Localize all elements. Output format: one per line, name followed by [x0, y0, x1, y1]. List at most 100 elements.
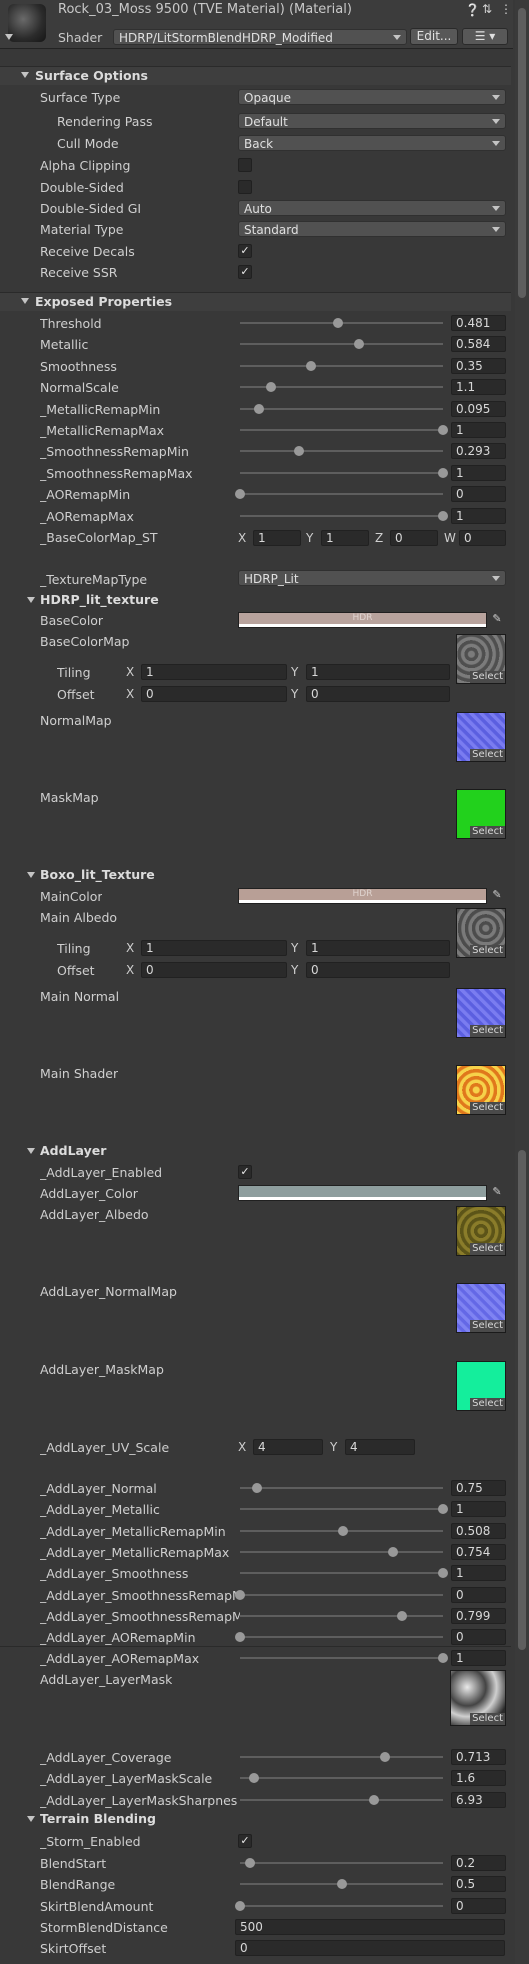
slider-track[interactable]	[240, 1614, 443, 1617]
slider-value-field[interactable]: 1	[451, 1650, 506, 1667]
slider[interactable]	[240, 1770, 443, 1786]
tiling-x-field[interactable]: 1	[141, 940, 287, 956]
slider-value-field[interactable]: 1	[451, 422, 506, 438]
slider[interactable]	[240, 1650, 448, 1666]
slider-handle[interactable]	[332, 318, 343, 328]
surface-type-dropdown[interactable]: Opaque	[238, 89, 506, 105]
eyedropper-icon[interactable]: ✎	[490, 1185, 504, 1199]
slider-handle[interactable]	[251, 1483, 262, 1493]
slider[interactable]	[240, 1501, 448, 1517]
skirt-offset-field[interactable]: 0	[235, 1940, 505, 1956]
alpha-clipping-checkbox[interactable]	[238, 158, 252, 172]
slider[interactable]	[240, 1855, 443, 1871]
texture-map-type-dropdown[interactable]: HDRP_Lit	[238, 570, 506, 586]
tiling-x-field[interactable]: 1	[141, 664, 287, 680]
material-preview-thumbnail[interactable]	[8, 4, 46, 42]
basecolormap-st-z-field[interactable]: 0	[390, 530, 438, 546]
slider-value-field[interactable]: 0.754	[451, 1543, 506, 1560]
slider-value-field[interactable]: 0	[451, 1629, 506, 1646]
slider-handle[interactable]	[368, 1794, 379, 1805]
settings-icon[interactable]: ⇅	[482, 2, 492, 16]
group-addlayer[interactable]: AddLayer	[27, 1143, 106, 1158]
slider[interactable]	[240, 1565, 448, 1581]
slider-value-field[interactable]: 0.713	[451, 1749, 506, 1765]
slider-handle[interactable]	[235, 1632, 245, 1643]
offset-y-field[interactable]: 0	[306, 962, 450, 978]
slider-handle[interactable]	[245, 1858, 256, 1868]
slider-handle[interactable]	[438, 1653, 448, 1664]
select-button[interactable]: Select	[470, 671, 505, 683]
slider-handle[interactable]	[248, 1773, 259, 1784]
slider-track[interactable]	[240, 343, 443, 346]
slider-value-field[interactable]: 1	[451, 1501, 506, 1518]
select-button[interactable]: Select	[470, 1320, 505, 1332]
slider[interactable]	[235, 1898, 443, 1914]
slider-track[interactable]	[240, 1904, 443, 1907]
slider[interactable]	[240, 315, 443, 331]
slider[interactable]	[235, 1629, 443, 1645]
section-surface-options[interactable]: Surface Options	[0, 66, 511, 85]
slider-track[interactable]	[240, 450, 443, 453]
slider-value-field[interactable]: 0.508	[451, 1522, 506, 1539]
slider-handle[interactable]	[338, 1525, 349, 1536]
more-icon[interactable]: ⋮	[500, 2, 512, 16]
offset-x-field[interactable]: 0	[141, 962, 287, 978]
double-sided-gi-dropdown[interactable]: Auto	[238, 200, 506, 216]
slider-handle[interactable]	[235, 489, 245, 500]
tiling-y-field[interactable]: 1	[306, 664, 450, 680]
slider-track[interactable]	[240, 1550, 443, 1553]
select-button[interactable]: Select	[470, 945, 505, 957]
slider-handle[interactable]	[254, 403, 265, 414]
addlayer-color-swatch[interactable]	[238, 1185, 487, 1201]
slider-value-field[interactable]: 1	[451, 1565, 506, 1582]
double-sided-checkbox[interactable]	[238, 180, 252, 194]
basecolormap-texture-slot[interactable]: Select	[456, 634, 506, 684]
group-hdrp-lit-texture[interactable]: HDRP_lit_texture	[27, 592, 159, 607]
slider-handle[interactable]	[294, 446, 305, 457]
slider-track[interactable]	[240, 1508, 443, 1511]
slider-handle[interactable]	[438, 467, 448, 478]
slider[interactable]	[240, 1544, 443, 1560]
addlayer-normalmap-texture-slot[interactable]: Select	[456, 1283, 506, 1333]
storm-blend-distance-field[interactable]: 500	[235, 1919, 505, 1935]
slider-track[interactable]	[240, 407, 443, 410]
slider-value-field[interactable]: 0.293	[451, 443, 506, 460]
slider-handle[interactable]	[388, 1546, 399, 1557]
receive-ssr-checkbox[interactable]: ✓	[238, 265, 252, 279]
slider-value-field[interactable]: 0	[451, 486, 506, 503]
select-button[interactable]: Select	[470, 1398, 505, 1410]
slider-value-field[interactable]: 0	[451, 1897, 506, 1914]
edit-shader-button[interactable]: Edit...	[410, 28, 458, 45]
scrollbar-thumb-upper[interactable]	[518, 8, 526, 298]
normalmap-texture-slot[interactable]: Select	[456, 712, 506, 762]
slider-track[interactable]	[240, 1593, 443, 1596]
slider-value-field[interactable]: 0.799	[451, 1607, 506, 1624]
addlayer-albedo-texture-slot[interactable]: Select	[456, 1206, 506, 1256]
slider-value-field[interactable]: 1.6	[451, 1770, 506, 1787]
main-albedo-texture-slot[interactable]: Select	[456, 908, 506, 958]
slider-track[interactable]	[240, 1636, 443, 1639]
select-button[interactable]: Select	[470, 1713, 505, 1725]
select-button[interactable]: Select	[470, 1243, 505, 1255]
scrollbar[interactable]	[515, 0, 529, 1964]
slider-handle[interactable]	[438, 1504, 448, 1515]
scrollbar-thumb[interactable]	[518, 1150, 526, 1650]
slider-handle[interactable]	[438, 425, 448, 435]
shader-dropdown[interactable]: HDRP/LitStormBlendHDRP_Modified	[113, 29, 407, 45]
slider-handle[interactable]	[336, 1879, 347, 1890]
slider-handle[interactable]	[397, 1610, 408, 1621]
addlayer-maskmap-texture-slot[interactable]: Select	[456, 1361, 506, 1411]
main-normal-texture-slot[interactable]: Select	[456, 988, 506, 1038]
help-icon[interactable]: ❔	[465, 3, 480, 17]
basecolormap-st-y-field[interactable]: 1	[321, 530, 369, 546]
slider-handle[interactable]	[235, 1589, 245, 1600]
slider-handle[interactable]	[235, 1900, 245, 1911]
slider[interactable]	[240, 1523, 443, 1539]
cull-mode-dropdown[interactable]: Back	[238, 135, 506, 151]
slider-track[interactable]	[240, 471, 443, 474]
basecolormap-st-x-field[interactable]: 1	[253, 530, 301, 546]
slider-handle[interactable]	[306, 360, 317, 371]
slider-track[interactable]	[240, 429, 443, 431]
slider-track[interactable]	[240, 1862, 443, 1864]
eyedropper-icon[interactable]: ✎	[490, 612, 504, 626]
